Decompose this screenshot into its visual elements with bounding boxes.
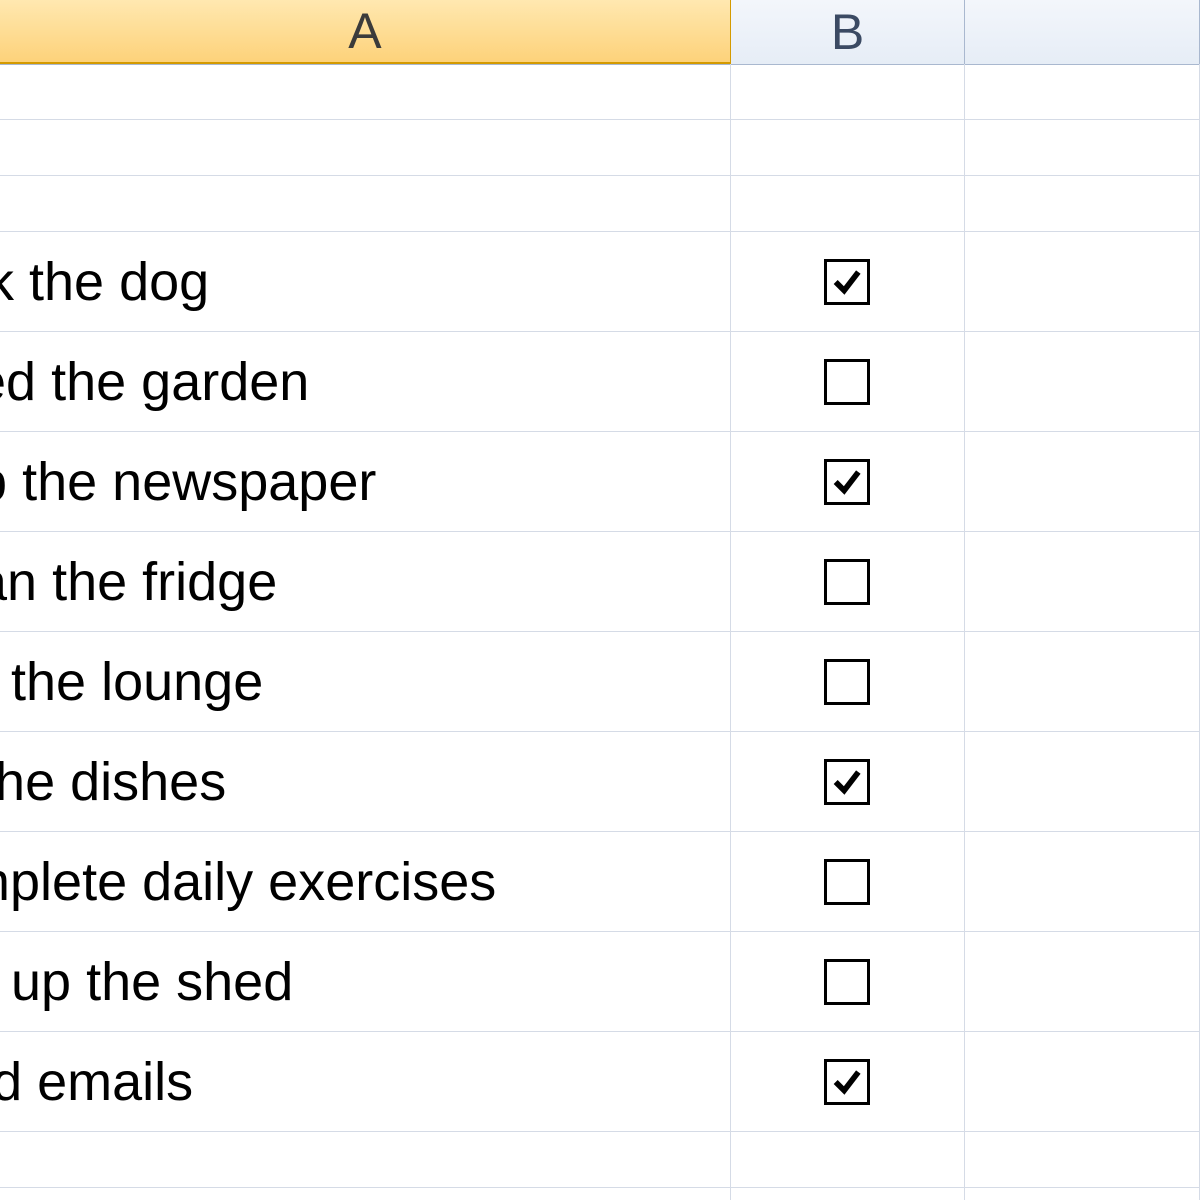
checkbox[interactable] <box>824 259 870 305</box>
cell[interactable] <box>965 1132 1200 1187</box>
cell[interactable] <box>965 532 1200 631</box>
task-cell[interactable]: Tidy up the shed <box>0 932 731 1031</box>
table-row: Clean the fridge <box>0 532 1200 632</box>
cell[interactable] <box>965 232 1200 331</box>
cell[interactable] <box>731 64 965 119</box>
checkbox-cell[interactable] <box>731 1032 965 1131</box>
task-cell[interactable]: Clean the fridge <box>0 532 731 631</box>
checkbox-cell[interactable] <box>731 532 965 631</box>
cell[interactable] <box>965 332 1200 431</box>
checkbox[interactable] <box>824 759 870 805</box>
task-text: Do the dishes <box>0 751 226 813</box>
task-cell[interactable]: Complete daily exercises <box>0 832 731 931</box>
cell[interactable] <box>0 64 731 119</box>
task-text: Clean the fridge <box>0 551 277 613</box>
task-cell[interactable]: Do the dishes <box>0 732 731 831</box>
checkbox[interactable] <box>824 659 870 705</box>
table-row <box>0 64 1200 120</box>
column-header-c[interactable] <box>965 0 1200 64</box>
checkbox[interactable] <box>824 1059 870 1105</box>
task-cell[interactable]: Send emails <box>0 1032 731 1131</box>
cell[interactable] <box>731 1188 965 1200</box>
table-row: Do the dishes <box>0 732 1200 832</box>
task-text: Complete daily exercises <box>0 851 496 913</box>
table-row: Tidy the lounge <box>0 632 1200 732</box>
task-cell[interactable]: Weed the garden <box>0 332 731 431</box>
table-row <box>0 1132 1200 1188</box>
task-text: Send emails <box>0 1051 193 1113</box>
table-row: Weed the garden <box>0 332 1200 432</box>
cell[interactable] <box>965 832 1200 931</box>
check-icon <box>830 465 864 499</box>
cell[interactable] <box>731 120 965 175</box>
checkbox[interactable] <box>824 859 870 905</box>
cell[interactable] <box>0 120 731 175</box>
checkbox-cell[interactable] <box>731 932 965 1031</box>
spreadsheet: A B Walk the dog Weed the garden Stop the … <box>0 0 1200 1200</box>
cell[interactable] <box>0 1132 731 1187</box>
task-text: Walk the dog <box>0 251 209 313</box>
table-row <box>0 176 1200 232</box>
column-header-a[interactable]: A <box>0 0 731 64</box>
cell[interactable] <box>965 932 1200 1031</box>
table-row: Tidy up the shed <box>0 932 1200 1032</box>
cell[interactable] <box>965 64 1200 119</box>
check-icon <box>830 265 864 299</box>
cell[interactable] <box>965 1188 1200 1200</box>
task-text: Tidy up the shed <box>0 951 293 1013</box>
task-cell[interactable]: Tidy the lounge <box>0 632 731 731</box>
cell[interactable] <box>965 732 1200 831</box>
cell[interactable] <box>0 1188 731 1200</box>
grid: Walk the dog Weed the garden Stop the news… <box>0 64 1200 1200</box>
check-icon <box>830 1065 864 1099</box>
cell[interactable] <box>965 632 1200 731</box>
task-text: Tidy the lounge <box>0 651 263 713</box>
table-row <box>0 120 1200 176</box>
task-cell[interactable]: Walk the dog <box>0 232 731 331</box>
cell[interactable] <box>965 120 1200 175</box>
checkbox-cell[interactable] <box>731 332 965 431</box>
checkbox[interactable] <box>824 359 870 405</box>
table-row: Complete daily exercises <box>0 832 1200 932</box>
table-row: Walk the dog <box>0 232 1200 332</box>
task-text: Weed the garden <box>0 351 309 413</box>
checkbox[interactable] <box>824 959 870 1005</box>
cell[interactable] <box>731 176 965 231</box>
cell[interactable] <box>965 1032 1200 1131</box>
checkbox-cell[interactable] <box>731 632 965 731</box>
cell[interactable] <box>0 176 731 231</box>
cell[interactable] <box>965 176 1200 231</box>
checkbox-cell[interactable] <box>731 432 965 531</box>
table-row: Send emails <box>0 1032 1200 1132</box>
cell[interactable] <box>965 432 1200 531</box>
checkbox-cell[interactable] <box>731 832 965 931</box>
task-cell[interactable]: Stop the newspaper <box>0 432 731 531</box>
checkbox[interactable] <box>824 459 870 505</box>
task-text: Stop the newspaper <box>0 451 376 513</box>
checkbox-cell[interactable] <box>731 732 965 831</box>
cell[interactable] <box>731 1132 965 1187</box>
table-row <box>0 1188 1200 1200</box>
checkbox-cell[interactable] <box>731 232 965 331</box>
check-icon <box>830 765 864 799</box>
table-row: Stop the newspaper <box>0 432 1200 532</box>
column-header-row: A B <box>0 0 1200 65</box>
checkbox[interactable] <box>824 559 870 605</box>
column-header-b[interactable]: B <box>731 0 966 64</box>
